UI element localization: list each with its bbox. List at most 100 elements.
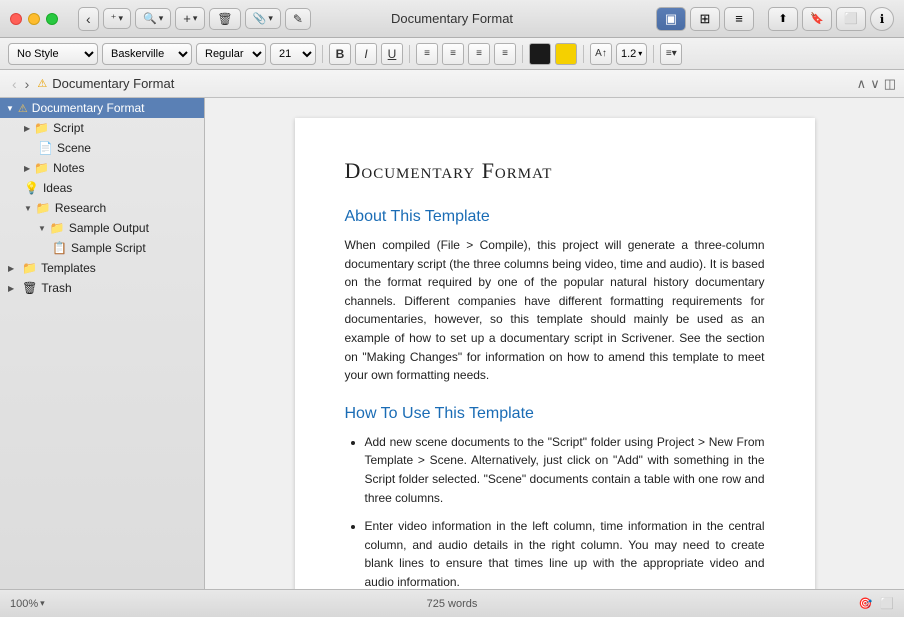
- triangle-icon: ▶: [8, 264, 14, 273]
- zoom-arrow: ▾: [40, 598, 45, 609]
- add-button[interactable]: +▾: [175, 7, 205, 30]
- how-section-title: How To Use This Template: [345, 405, 765, 423]
- size-select[interactable]: 21: [270, 43, 316, 65]
- back-button[interactable]: ‹: [78, 7, 99, 31]
- sidebar-item-ideas[interactable]: 💡 Ideas: [0, 178, 204, 198]
- nav-right-controls: ∧ ∨ ◫: [857, 76, 896, 92]
- sidebar-item-label: Documentary Format: [32, 101, 145, 115]
- about-section-body: When compiled (File > Compile), this pro…: [345, 236, 765, 385]
- folder-icon: 📁: [22, 261, 37, 275]
- align-left-button[interactable]: ≡: [416, 43, 438, 65]
- document-title: Documentary Format: [345, 158, 765, 184]
- separator4: [583, 45, 584, 63]
- list-item: Enter video information in the left colu…: [365, 517, 765, 589]
- nav-sidebar-button[interactable]: ◫: [884, 76, 896, 92]
- warning-icon: ⚠: [18, 102, 28, 115]
- triangle-icon: ▼: [38, 224, 46, 233]
- align-right-button[interactable]: ≡: [468, 43, 490, 65]
- sidebar-item-label: Scene: [57, 141, 91, 155]
- bookmark-button[interactable]: 🔖: [802, 7, 832, 31]
- sidebar-item-label: Research: [55, 201, 106, 215]
- list-button[interactable]: ≡▾: [660, 43, 682, 65]
- triangle-icon: ▼: [24, 204, 32, 213]
- italic-button[interactable]: I: [355, 43, 377, 65]
- sidebar-item-templates[interactable]: ▶ 📁 Templates: [0, 258, 204, 278]
- align-justify-button[interactable]: ≡: [494, 43, 516, 65]
- folder-icon: 📁: [36, 201, 51, 215]
- sidebar-item-scene[interactable]: 📄 Scene: [0, 138, 204, 158]
- separator5: [653, 45, 654, 63]
- format-bar: No Style Baskerville Regular 21 B I U ≡ …: [0, 38, 904, 70]
- title-bar: ‹ ⁺▾ 🔍▾ +▾ 🗑 📎▾ ✎ Documentary Format ▣ ⊞…: [0, 0, 904, 38]
- expand-icon[interactable]: ⬜: [880, 597, 894, 610]
- doc-icon: 📄: [38, 141, 53, 155]
- sidebar-item-notes[interactable]: ▶ 📁 Notes: [0, 158, 204, 178]
- align-center-button[interactable]: ≡: [442, 43, 464, 65]
- content-area[interactable]: Documentary Format About This Template W…: [205, 98, 904, 589]
- document-page: Documentary Format About This Template W…: [295, 118, 815, 589]
- window-title: Documentary Format: [391, 11, 513, 26]
- font-select[interactable]: Baskerville: [102, 43, 192, 65]
- sidebar-item-label: Sample Output: [69, 221, 149, 235]
- ideas-icon: 💡: [24, 181, 39, 195]
- nav-bar: ‹ › ⚠ Documentary Format ∧ ∨ ◫: [0, 70, 904, 98]
- edit-button[interactable]: ✎: [285, 8, 311, 30]
- triangle-icon: ▶: [24, 164, 30, 173]
- nav-doc-title: Documentary Format: [52, 76, 174, 91]
- view-single-button[interactable]: ▣: [656, 7, 686, 31]
- sidebar: ▼ ⚠ Documentary Format ▶ 📁 Script 📄 Scen…: [0, 98, 205, 589]
- list-item: Add new scene documents to the "Script" …: [365, 433, 765, 507]
- main-layout: ▼ ⚠ Documentary Format ▶ 📁 Script 📄 Scen…: [0, 98, 904, 589]
- sidebar-item-trash[interactable]: ▶ 🗑 Trash: [0, 278, 204, 298]
- nav-up-button[interactable]: ∧: [857, 76, 867, 92]
- trash-button[interactable]: 🗑: [209, 8, 240, 30]
- toolbar: ‹ ⁺▾ 🔍▾ +▾ 🗑 📎▾ ✎: [78, 7, 311, 31]
- maximize-button[interactable]: [46, 13, 58, 25]
- triangle-icon: ▶: [8, 284, 14, 293]
- bold-button[interactable]: B: [329, 43, 351, 65]
- sidebar-item-research[interactable]: ▼ 📁 Research: [0, 198, 204, 218]
- triangle-icon: ▼: [6, 104, 14, 113]
- underline-button[interactable]: U: [381, 43, 403, 65]
- link-button[interactable]: 📎▾: [245, 8, 281, 29]
- folder-icon: 📁: [34, 121, 49, 135]
- font-size-up-button[interactable]: A↑: [590, 43, 612, 65]
- folder-icon: 📁: [50, 221, 65, 235]
- zoom-control[interactable]: 100% ▾: [10, 598, 45, 610]
- search-button[interactable]: 🔍▾: [135, 8, 171, 29]
- sidebar-item-script[interactable]: ▶ 📁 Script: [0, 118, 204, 138]
- nav-down-button[interactable]: ∨: [870, 76, 880, 92]
- style-select[interactable]: No Style: [8, 43, 98, 65]
- view-grid-button[interactable]: ⊞: [690, 7, 720, 31]
- weight-select[interactable]: Regular: [196, 43, 266, 65]
- highlight-color-button[interactable]: [555, 43, 577, 65]
- target-icon[interactable]: 🎯: [859, 597, 873, 610]
- minimize-button[interactable]: [28, 13, 40, 25]
- nav-forward-button[interactable]: ›: [21, 74, 34, 94]
- text-color-button[interactable]: [529, 43, 551, 65]
- info-button[interactable]: ℹ: [870, 7, 894, 31]
- sidebar-item-sample-output[interactable]: ▼ 📁 Sample Output: [0, 218, 204, 238]
- line-height-value: 1.2: [621, 48, 636, 60]
- line-height-control[interactable]: 1.2 ▾: [616, 43, 647, 65]
- share-button[interactable]: ⬆: [768, 7, 798, 31]
- sidebar-item-sample-script[interactable]: 📋 Sample Script: [0, 238, 204, 258]
- folder-icon: 📁: [34, 161, 49, 175]
- sidebar-item-label: Trash: [41, 281, 71, 295]
- word-count: 725 words: [427, 598, 478, 610]
- trash-icon: 🗑: [22, 281, 37, 295]
- sidebar-item-label: Templates: [41, 261, 96, 275]
- forward-button[interactable]: ⁺▾: [103, 8, 131, 29]
- right-toolbar: ▣ ⊞ ≡ ⬆ 🔖 ⬜ ℹ: [656, 7, 894, 31]
- close-button[interactable]: [10, 13, 22, 25]
- nav-doc-icon: ⚠: [37, 77, 47, 90]
- nav-back-button[interactable]: ‹: [8, 74, 21, 94]
- split-button[interactable]: ⬜: [836, 7, 866, 31]
- view-list-button[interactable]: ≡: [724, 7, 754, 31]
- triangle-icon: ▶: [24, 124, 30, 133]
- sidebar-item-documentary-format[interactable]: ▼ ⚠ Documentary Format: [0, 98, 204, 118]
- sidebar-item-label: Script: [53, 121, 84, 135]
- about-section-title: About This Template: [345, 208, 765, 226]
- bottom-bar: 100% ▾ 725 words 🎯 ⬜: [0, 589, 904, 617]
- sidebar-item-label: Sample Script: [71, 241, 146, 255]
